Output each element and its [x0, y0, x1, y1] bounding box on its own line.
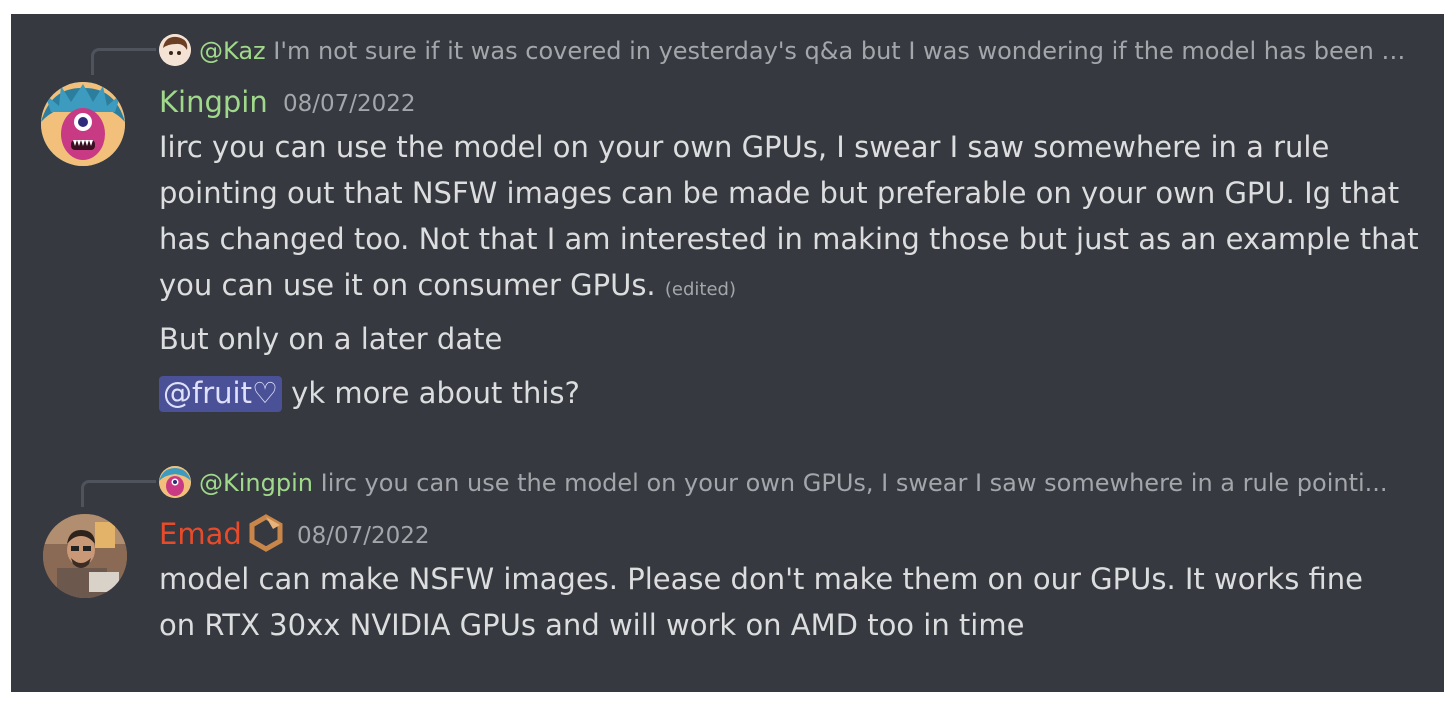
message-line-3-text: yk more about this?: [291, 376, 580, 410]
reply-preview[interactable]: @Kingpin Iirc you can use the model on y…: [199, 466, 1409, 500]
message-line-2: But only on a later date: [159, 322, 503, 356]
timestamp: 08/07/2022: [297, 523, 430, 549]
reply-spine: [91, 48, 156, 75]
edited-label: (edited): [664, 279, 736, 300]
reply-text: I'm not sure if it was covered in yester…: [273, 37, 1409, 65]
kingpin-mini-avatar[interactable]: [159, 466, 191, 498]
reply-author[interactable]: @Kingpin: [199, 469, 313, 497]
reply-preview[interactable]: @Kaz I'm not sure if it was covered in y…: [199, 34, 1409, 68]
reply-spine: [81, 480, 156, 507]
hexagon-badge-icon[interactable]: [247, 514, 285, 552]
kingpin-avatar[interactable]: [41, 82, 125, 166]
reply-text: Iirc you can use the model on your own G…: [320, 469, 1388, 497]
emad-avatar[interactable]: [43, 514, 127, 598]
author-name[interactable]: Emad: [159, 516, 242, 552]
message-text: Iirc you can use the model on your own G…: [159, 124, 1419, 313]
message-line-3: @fruit♡ yk more about this?: [159, 370, 580, 416]
kaz-mini-avatar[interactable]: [159, 34, 191, 66]
reply-author[interactable]: @Kaz: [199, 37, 266, 65]
chat-panel: @Kaz I'm not sure if it was covered in y…: [11, 14, 1444, 692]
message-line: Iirc you can use the model on your own G…: [159, 130, 1419, 302]
message-text: model can make NSFW images. Please don't…: [159, 562, 1364, 642]
user-mention[interactable]: @fruit♡: [159, 376, 282, 412]
author-name[interactable]: Kingpin: [159, 84, 268, 120]
timestamp: 08/07/2022: [283, 91, 416, 117]
